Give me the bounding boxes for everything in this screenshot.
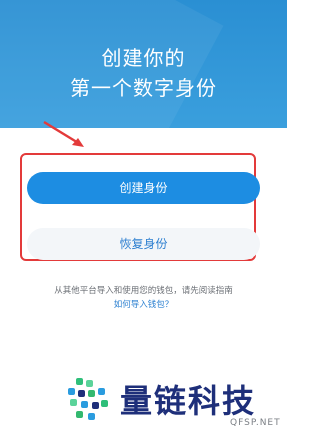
watermark-subtext: QFSP.NET xyxy=(230,418,281,428)
annotation-arrow-icon xyxy=(43,120,84,147)
import-help-text: 从其他平台导入和使用您的钱包，请先阅读指南 xyxy=(54,286,233,296)
watermark-text: 量链科技 xyxy=(120,382,257,420)
create-identity-button[interactable]: 创建身份 xyxy=(27,172,260,204)
watermark-logo-icon xyxy=(68,378,114,424)
hero-title-line1: 创建你的 xyxy=(101,46,186,70)
hero-banner: 创建你的 第一个数字身份 xyxy=(0,0,287,128)
restore-identity-button[interactable]: 恢复身份 xyxy=(27,228,260,260)
watermark: 量链科技 QFSP.NET xyxy=(68,374,288,434)
hero-title-line2: 第一个数字身份 xyxy=(70,76,217,100)
import-guide-link[interactable]: 如何导入钱包？ xyxy=(0,298,287,310)
